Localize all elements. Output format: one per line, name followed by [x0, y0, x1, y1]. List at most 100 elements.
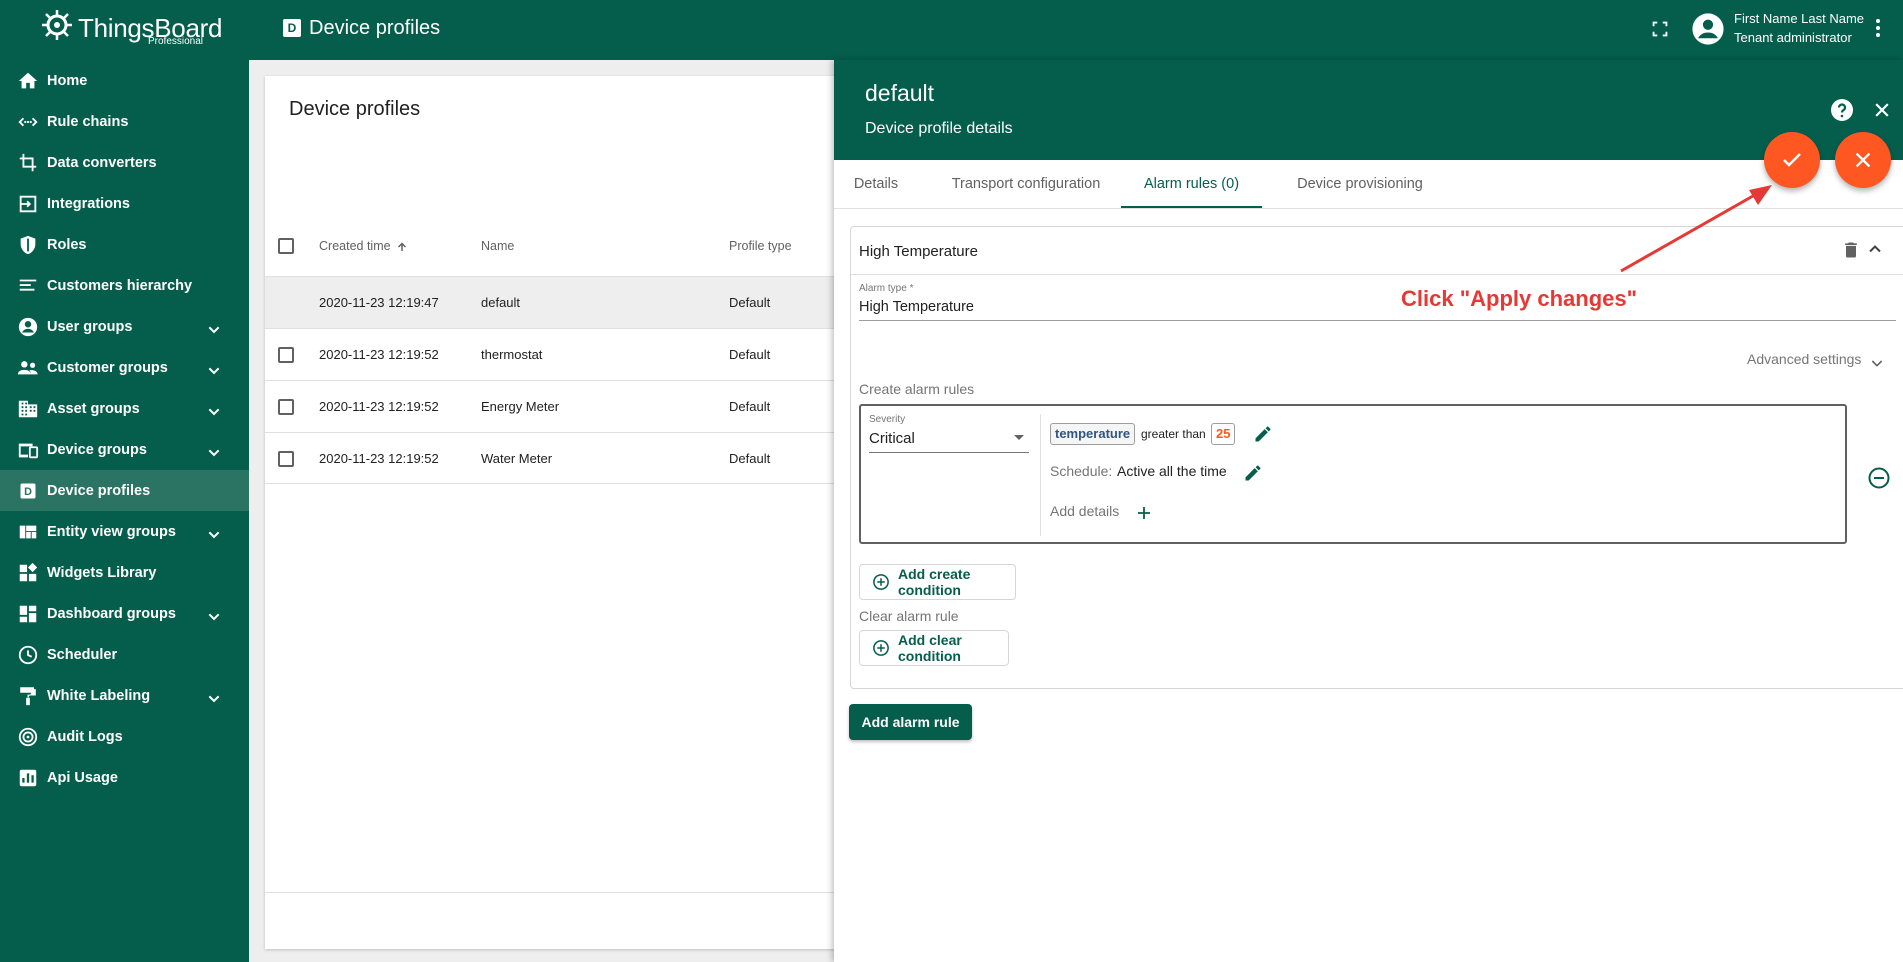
tab-alarm-rules[interactable]: Alarm rules (0): [1121, 160, 1262, 208]
advanced-settings-toggle[interactable]: Advanced settings: [1747, 351, 1861, 367]
row-checkbox[interactable]: [278, 399, 294, 415]
cell-name: Water Meter: [481, 451, 553, 466]
converter-icon: [16, 151, 40, 175]
sidebar-item-label: Roles: [47, 236, 87, 253]
add-clear-condition-button[interactable]: Add clear condition: [859, 630, 1009, 666]
cell-profile-type: Default: [729, 347, 771, 362]
sidebar-item-data-converters[interactable]: Data converters: [0, 142, 249, 183]
table-row[interactable]: 2020-11-23 12:19:52 Water Meter Default: [265, 432, 865, 484]
chevron-down-icon[interactable]: [202, 318, 226, 342]
sidebar-item-label: Device profiles: [47, 482, 151, 499]
sidebar-item-rule-chains[interactable]: Rule chains: [0, 101, 249, 142]
chevron-down-icon[interactable]: [1869, 355, 1885, 371]
cell-created-time: 2020-11-23 12:19:52: [319, 347, 439, 362]
table-row[interactable]: 2020-11-23 12:19:52 Energy Meter Default: [265, 380, 865, 432]
tab-details[interactable]: Details: [852, 160, 900, 208]
add-details-label: Add details: [1050, 503, 1120, 519]
add-create-condition-button[interactable]: Add create condition: [859, 564, 1016, 600]
fullscreen-icon[interactable]: [1649, 18, 1671, 40]
decline-changes-button[interactable]: [1835, 132, 1891, 188]
close-icon[interactable]: [1872, 100, 1892, 120]
sidebar-item-device-groups[interactable]: Device groups: [0, 429, 249, 470]
alarm-rule-name[interactable]: High Temperature: [859, 243, 978, 260]
chevron-down-icon[interactable]: [202, 400, 226, 424]
tab-transport-configuration[interactable]: Transport configuration: [946, 160, 1106, 208]
column-created-time[interactable]: Created time: [319, 216, 408, 276]
alarm-rule-panel: High Temperature Alarm type * High Tempe…: [850, 226, 1903, 689]
sidebar-item-entity-view-groups[interactable]: Entity view groups: [0, 511, 249, 552]
sidebar-item-white-labeling[interactable]: White Labeling: [0, 675, 249, 716]
sidebar-item-customer-groups[interactable]: Customer groups: [0, 347, 249, 388]
brand-logo[interactable]: ThingsBoard Professional: [0, 0, 249, 60]
remove-circle-icon[interactable]: [1867, 466, 1891, 490]
chevron-down-icon[interactable]: [202, 687, 226, 711]
alarm-type-input[interactable]: High Temperature: [859, 299, 974, 315]
create-alarm-rule: Severity Critical temperature greater th…: [859, 404, 1847, 544]
chevron-down-icon[interactable]: [202, 441, 226, 465]
row-checkbox[interactable]: [278, 451, 294, 467]
close-icon: [1852, 149, 1874, 171]
cell-created-time: 2020-11-23 12:19:47: [319, 295, 439, 310]
details-subtitle: Device profile details: [865, 120, 1013, 137]
account-circle-icon[interactable]: [1691, 12, 1725, 46]
sidebar-item-dashboard-groups[interactable]: Dashboard groups: [0, 593, 249, 634]
sidebar-nav: Home Rule chains Data converters Integra…: [0, 60, 249, 798]
add-circle-icon: [872, 573, 890, 591]
add-alarm-rule-button[interactable]: Add alarm rule: [849, 704, 972, 740]
sidebar-item-roles[interactable]: Roles: [0, 224, 249, 265]
dropdown-arrow-icon[interactable]: [1013, 434, 1025, 442]
sidebar-item-label: Scheduler: [47, 646, 118, 663]
chevron-down-icon[interactable]: [202, 359, 226, 383]
column-profile-type[interactable]: Profile type: [729, 216, 792, 276]
table-row[interactable]: 2020-11-23 12:19:52 thermostat Default: [265, 328, 865, 380]
device-profile-icon: D: [16, 479, 40, 503]
sidebar-item-label: Customers hierarchy: [47, 277, 193, 294]
sidebar-item-device-profiles[interactable]: D Device profiles: [0, 470, 249, 511]
sidebar-item-label: Entity view groups: [47, 523, 176, 540]
sidebar-item-audit-logs[interactable]: Audit Logs: [0, 716, 249, 757]
user-name: First Name Last Name: [1734, 11, 1865, 26]
cell-profile-type: Default: [729, 295, 771, 310]
severity-select[interactable]: Critical: [869, 430, 915, 447]
delete-icon[interactable]: [1841, 239, 1861, 261]
sidebar-item-scheduler[interactable]: Scheduler: [0, 634, 249, 675]
add-icon[interactable]: [1135, 504, 1153, 522]
add-clear-condition-label: Add clear condition: [898, 632, 962, 664]
table-title: Device profiles: [289, 98, 421, 120]
sidebar-item-api-usage[interactable]: Api Usage: [0, 757, 249, 798]
cell-created-time: 2020-11-23 12:19:52: [319, 399, 439, 414]
severity-underline: [869, 452, 1029, 453]
sidebar-item-widgets-library[interactable]: Widgets Library: [0, 552, 249, 593]
sidebar-item-label: Widgets Library: [47, 564, 157, 581]
condition-operator: greater than: [1141, 427, 1206, 441]
row-checkbox[interactable]: [278, 347, 294, 363]
column-name[interactable]: Name: [481, 216, 514, 276]
chevron-down-icon[interactable]: [202, 523, 226, 547]
sidebar: ThingsBoard Professional Home Rule chain…: [0, 0, 249, 962]
sidebar-item-label: Home: [47, 72, 88, 89]
chevron-down-icon[interactable]: [202, 605, 226, 629]
tab-device-provisioning[interactable]: Device provisioning: [1285, 160, 1435, 208]
edit-icon[interactable]: [1253, 424, 1273, 444]
table-row[interactable]: 2020-11-23 12:19:47 default Default: [265, 276, 865, 328]
chevron-up-icon[interactable]: [1865, 239, 1885, 259]
cell-created-time: 2020-11-23 12:19:52: [319, 451, 439, 466]
sidebar-item-integrations[interactable]: Integrations: [0, 183, 249, 224]
clock-icon: [16, 643, 40, 667]
sidebar-item-home[interactable]: Home: [0, 60, 249, 101]
integration-icon: [16, 192, 40, 216]
clear-alarm-rule-label: Clear alarm rule: [859, 608, 959, 624]
brand-edition: Professional: [148, 36, 204, 47]
sidebar-item-user-groups[interactable]: User groups: [0, 306, 249, 347]
sidebar-item-label: Dashboard groups: [47, 605, 176, 622]
sidebar-item-label: Rule chains: [47, 113, 129, 130]
more-vert-icon[interactable]: [1871, 16, 1885, 40]
sidebar-item-asset-groups[interactable]: Asset groups: [0, 388, 249, 429]
sidebar-item-label: Api Usage: [47, 769, 118, 786]
edit-icon[interactable]: [1243, 463, 1263, 483]
annotation-arrow: [1615, 180, 1775, 285]
select-all-checkbox[interactable]: [278, 238, 294, 254]
help-icon[interactable]: [1830, 98, 1854, 122]
sidebar-item-customers-hierarchy[interactable]: Customers hierarchy: [0, 265, 249, 306]
user-role: Tenant administrator: [1734, 30, 1852, 45]
